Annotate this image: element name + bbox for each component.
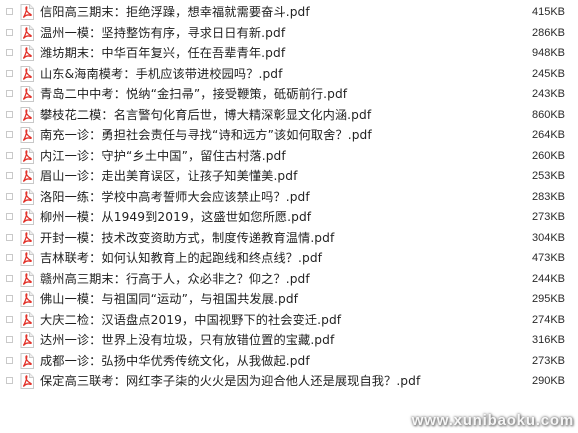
row-checkbox[interactable] [6, 377, 13, 384]
pdf-icon [20, 86, 34, 102]
file-name[interactable]: 柳州一模：从1949到2019，这盛世如您所愿.pdf [40, 208, 311, 226]
file-size: 860KB [531, 108, 565, 121]
file-name[interactable]: 达州一诊：世界上没有垃圾，只有放错位置的宝藏.pdf [40, 331, 334, 349]
file-row[interactable]: 保定高三联考：网红李子柒的火火是因为迎合他人还是展现自我？.pdf 290KB [0, 371, 578, 392]
file-row[interactable]: 成都一诊：弘扬中华优秀传统文化，从我做起.pdf 273KB [0, 350, 578, 371]
file-name[interactable]: 洛阳一练：学校中高考誓师大会应该禁止吗？.pdf [40, 188, 310, 206]
file-size: 273KB [531, 211, 565, 223]
file-list: 信阳高三期末：拒绝浮躁，想幸福就需要奋斗.pdf 415KB 温州一模：坚持整饬有序… [0, 2, 578, 392]
row-checkbox[interactable] [6, 233, 13, 241]
file-size: 948KB [531, 47, 565, 59]
file-row[interactable]: 洛阳一练：学校中高考誓师大会应该禁止吗？.pdf 283KB [0, 186, 578, 207]
row-checkbox[interactable] [6, 172, 13, 179]
file-row[interactable]: 达州一诊：世界上没有垃圾，只有放错位置的宝藏.pdf 316KB [0, 330, 578, 351]
file-size: 264KB [531, 129, 565, 141]
pdf-icon [20, 106, 34, 123]
file-name[interactable]: 吉林联考：如何认知教育上的起跑线和终点线？.pdf [40, 249, 322, 267]
pdf-icon [20, 332, 34, 348]
row-checkbox[interactable] [6, 254, 13, 261]
file-name[interactable]: 赣州高三期末：行高于人，众必非之？仰之？.pdf [40, 270, 310, 288]
pdf-icon [20, 45, 34, 61]
row-checkbox[interactable] [6, 131, 13, 138]
file-size: 253KB [531, 170, 565, 182]
row-checkbox[interactable] [6, 192, 13, 200]
pdf-icon [20, 24, 34, 41]
pdf-icon [20, 168, 34, 184]
file-row[interactable]: 佛山一模：与祖国同“运动”，与祖国共发展.pdf 295KB [0, 289, 578, 310]
file-name[interactable]: 温州一模：坚持整饬有序，寻求日日有新.pdf [40, 24, 285, 42]
pdf-icon [20, 65, 34, 82]
pdf-icon [20, 147, 34, 164]
file-row[interactable]: 南充一诊：勇担社会责任与寻找“诗和远方”该如何取舍？.pdf 264KB [0, 125, 578, 146]
file-size: 283KB [531, 190, 565, 203]
file-name[interactable]: 攀枝花二模：名言警句化育后世，博大精深彰显文化内涵.pdf [40, 106, 371, 124]
file-size: 295KB [531, 293, 565, 305]
file-name[interactable]: 眉山一诊：走出美育误区，让孩子知美懂美.pdf [40, 167, 298, 185]
pdf-icon [20, 291, 34, 307]
file-size: 473KB [531, 252, 565, 264]
row-checkbox[interactable] [6, 151, 13, 159]
file-name[interactable]: 山东&海南模考：手机应该带进校园吗？.pdf [40, 65, 283, 83]
file-name[interactable]: 信阳高三期末：拒绝浮躁，想幸福就需要奋斗.pdf [40, 3, 310, 21]
file-name[interactable]: 青岛二中中考：悦纳“金扫帚”，接受鞭策，砥砺前行.pdf [40, 85, 347, 103]
file-size: 260KB [531, 149, 565, 162]
pdf-icon [20, 270, 34, 287]
file-name[interactable]: 大庆二检：汉语盘点2019，中国视野下的社会变迁.pdf [40, 311, 341, 329]
file-name[interactable]: 南充一诊：勇担社会责任与寻找“诗和远方”该如何取舍？.pdf [40, 126, 372, 144]
file-row[interactable]: 开封一模：技术改变资助方式，制度传递教育温情.pdf 304KB [0, 227, 578, 248]
file-size: 415KB [531, 6, 565, 18]
row-checkbox[interactable] [6, 213, 13, 220]
pdf-icon [20, 352, 34, 369]
file-name[interactable]: 佛山一模：与祖国同“运动”，与祖国共发展.pdf [40, 290, 298, 308]
file-row[interactable]: 潍坊期末：中华百年复兴，任在吾辈青年.pdf 948KB [0, 43, 578, 64]
file-row[interactable]: 信阳高三期末：拒绝浮躁，想幸福就需要奋斗.pdf 415KB [0, 2, 578, 23]
file-row[interactable]: 吉林联考：如何认知教育上的起跑线和终点线？.pdf 473KB [0, 248, 578, 269]
pdf-icon [20, 127, 34, 143]
row-checkbox[interactable] [6, 356, 13, 364]
file-row[interactable]: 柳州一模：从1949到2019，这盛世如您所愿.pdf 273KB [0, 207, 578, 228]
pdf-icon [20, 209, 34, 225]
file-row[interactable]: 大庆二检：汉语盘点2019，中国视野下的社会变迁.pdf 274KB [0, 309, 578, 330]
file-row[interactable]: 赣州高三期末：行高于人，众必非之？仰之？.pdf 244KB [0, 268, 578, 289]
row-checkbox[interactable] [6, 28, 13, 36]
file-size: 273KB [531, 354, 565, 367]
row-checkbox[interactable] [6, 49, 13, 56]
file-size: 274KB [531, 313, 565, 326]
row-checkbox[interactable] [6, 336, 13, 343]
file-size: 290KB [531, 375, 565, 387]
row-checkbox[interactable] [6, 8, 13, 15]
file-name[interactable]: 成都一诊：弘扬中华优秀传统文化，从我做起.pdf [40, 352, 310, 370]
file-row[interactable]: 眉山一诊：走出美育误区，让孩子知美懂美.pdf 253KB [0, 166, 578, 187]
row-checkbox[interactable] [6, 315, 13, 323]
row-checkbox[interactable] [6, 110, 13, 118]
file-size: 286KB [531, 26, 565, 39]
file-size: 243KB [531, 88, 565, 100]
pdf-icon [20, 250, 34, 266]
row-checkbox[interactable] [6, 69, 13, 77]
file-name[interactable]: 潍坊期末：中华百年复兴，任在吾辈青年.pdf [40, 44, 285, 62]
file-size: 316KB [531, 334, 565, 346]
file-size: 244KB [531, 272, 565, 285]
row-checkbox[interactable] [6, 274, 13, 282]
file-name[interactable]: 保定高三联考：网红李子柒的火火是因为迎合他人还是展现自我？.pdf [40, 372, 420, 390]
file-row[interactable]: 温州一模：坚持整饬有序，寻求日日有新.pdf 286KB [0, 22, 578, 43]
file-row[interactable]: 攀枝花二模：名言警句化育后世，博大精深彰显文化内涵.pdf 860KB [0, 104, 578, 125]
file-name[interactable]: 开封一模：技术改变资助方式，制度传递教育温情.pdf [40, 229, 334, 247]
pdf-icon [20, 188, 34, 205]
row-checkbox[interactable] [6, 90, 13, 97]
pdf-icon [20, 311, 34, 328]
file-size: 304KB [531, 231, 565, 244]
file-row[interactable]: 内江一诊：守护“乡土中国”，留住古村落.pdf 260KB [0, 145, 578, 166]
file-name[interactable]: 内江一诊：守护“乡土中国”，留住古村落.pdf [40, 147, 286, 165]
pdf-icon [20, 373, 34, 389]
watermark: www.xunibaoku.com [411, 412, 574, 429]
file-row[interactable]: 山东&海南模考：手机应该带进校园吗？.pdf 245KB [0, 63, 578, 84]
file-row[interactable]: 青岛二中中考：悦纳“金扫帚”，接受鞭策，砥砺前行.pdf 243KB [0, 84, 578, 105]
file-size: 245KB [531, 67, 565, 80]
pdf-icon [20, 229, 34, 246]
row-checkbox[interactable] [6, 295, 13, 302]
pdf-icon [20, 4, 34, 20]
